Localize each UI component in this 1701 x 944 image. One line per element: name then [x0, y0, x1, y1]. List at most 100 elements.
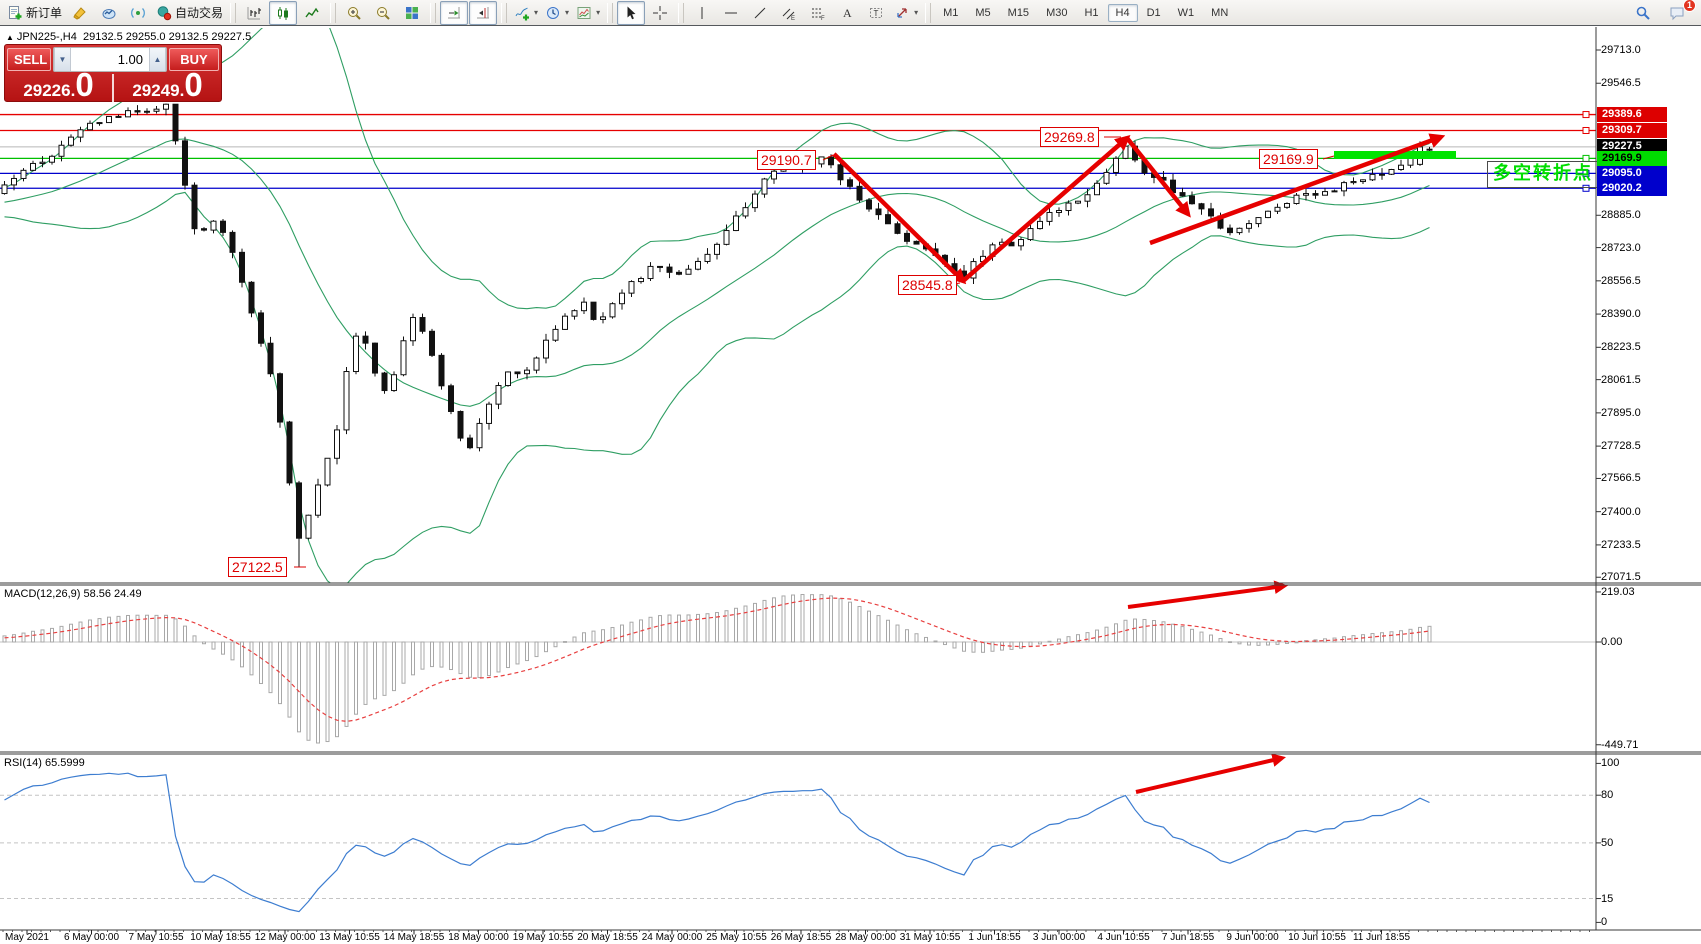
timeframe-mn-button[interactable]: MN	[1203, 4, 1236, 22]
new-order-icon	[7, 5, 23, 21]
label-icon: T	[868, 5, 884, 21]
line-chart-button[interactable]	[298, 1, 326, 25]
time-tick-label: May 2021	[5, 932, 49, 943]
arrows-button[interactable]: ▾	[891, 1, 921, 25]
price-annotation-label[interactable]: 29169.9	[1259, 149, 1318, 169]
chart-shift-button[interactable]	[469, 1, 497, 25]
toolbar-separator	[230, 3, 236, 23]
price-badge: 29095.0	[1597, 166, 1667, 181]
auto-scroll-button[interactable]	[440, 1, 468, 25]
market-watch-button[interactable]	[95, 1, 123, 25]
autotrading-label: 自动交易	[175, 4, 223, 21]
timeframe-h4-button[interactable]: H4	[1108, 4, 1138, 22]
time-tick-label: 18 May 00:00	[448, 932, 509, 943]
macd-panel	[0, 595, 1596, 743]
collapse-panel-icon[interactable]: ▲	[6, 33, 14, 42]
vertical-line-button[interactable]	[688, 1, 716, 25]
rsi-axis-label: 15	[1601, 893, 1613, 905]
chart-window[interactable]: ▲JPN225-,H4 29132.5 29255.0 29132.5 2922…	[0, 27, 1701, 944]
time-tick-label: 1 Jun 18:55	[968, 932, 1020, 943]
time-tick-label: 10 Jun 10:55	[1288, 932, 1346, 943]
new-order-label: 新订单	[26, 4, 62, 21]
crosshair-button[interactable]	[646, 1, 674, 25]
time-tick-label: 13 May 10:55	[319, 932, 380, 943]
indicators-button[interactable]: ▾	[511, 1, 541, 25]
zoom-out-button[interactable]	[369, 1, 397, 25]
buy-price[interactable]: 29249.0	[114, 68, 221, 102]
price-tick-label: 27400.0	[1601, 506, 1641, 518]
eraser-icon	[72, 5, 88, 21]
price-annotation-label[interactable]: 29190.7	[757, 150, 816, 170]
price-tick-label: 28723.0	[1601, 242, 1641, 254]
signals-button[interactable]	[124, 1, 152, 25]
time-tick-label: 10 May 18:55	[190, 932, 251, 943]
rsi-axis-label: 80	[1601, 789, 1613, 801]
price-annotation-label[interactable]: 27122.5	[228, 557, 287, 577]
chart-note-annotation[interactable]: 多空转折点	[1487, 161, 1599, 188]
equidistant-channel-button[interactable]: E	[775, 1, 803, 25]
auto-scroll-icon	[446, 5, 462, 21]
symbol-ohlc: 29132.5 29255.0 29132.5 29227.5	[83, 31, 251, 43]
indicators-icon	[514, 5, 530, 21]
chart-shift-icon	[475, 5, 491, 21]
label-button[interactable]: T	[862, 1, 890, 25]
time-tick-label: 19 May 10:55	[513, 932, 574, 943]
time-tick-label: 9 Jun 00:00	[1226, 932, 1278, 943]
time-tick-label: 28 May 00:00	[835, 932, 896, 943]
eraser-button[interactable]	[66, 1, 94, 25]
horizontal-line-icon	[723, 5, 739, 21]
cursor-button[interactable]	[617, 1, 645, 25]
time-tick-label: 12 May 00:00	[255, 932, 316, 943]
toolbar-right: 1	[1629, 1, 1697, 25]
timeframe-m30-button[interactable]: M30	[1038, 4, 1075, 22]
price-badge: 29020.2	[1597, 181, 1667, 196]
toolbar-separator	[925, 3, 931, 23]
dropdown-caret-icon: ▾	[596, 8, 600, 17]
tile-windows-button[interactable]	[398, 1, 426, 25]
horizontal-line-button[interactable]	[717, 1, 745, 25]
price-badge: 29169.9	[1597, 151, 1667, 166]
trendline-icon	[752, 5, 768, 21]
time-tick-label: 7 May 10:55	[128, 932, 183, 943]
signals-icon	[130, 5, 146, 21]
timeframe-d1-button[interactable]: D1	[1139, 4, 1169, 22]
trendline-button[interactable]	[746, 1, 774, 25]
one-click-trading-panel: SELL ▼ ▲ BUY 29226.0 29249.0	[4, 44, 222, 102]
templates-icon	[576, 5, 592, 21]
timeframe-m1-button[interactable]: M1	[935, 4, 966, 22]
fibonacci-button[interactable]: F	[804, 1, 832, 25]
timeframe-h1-button[interactable]: H1	[1076, 4, 1106, 22]
time-tick-label: 25 May 10:55	[706, 932, 767, 943]
vertical-line-icon	[694, 5, 710, 21]
svg-text:T: T	[874, 9, 879, 18]
cursor-icon	[623, 5, 639, 21]
trend-arrows[interactable]	[294, 137, 1441, 792]
search-button[interactable]	[1629, 1, 1657, 25]
timeframe-m5-button[interactable]: M5	[967, 4, 998, 22]
time-tick-label: 11 Jun 18:55	[1353, 932, 1410, 943]
chart-canvas[interactable]	[0, 0, 1701, 944]
templates-button[interactable]: ▾	[573, 1, 603, 25]
price-tick-label: 28556.5	[1601, 275, 1641, 287]
periods-button[interactable]: ▾	[542, 1, 572, 25]
chat-button[interactable]: 1	[1663, 1, 1691, 25]
search-icon	[1635, 5, 1651, 21]
toolbar-separator	[678, 3, 684, 23]
bar-chart-button[interactable]	[240, 1, 268, 25]
svg-text:F: F	[821, 16, 825, 21]
time-tick-label: 3 Jun 00:00	[1033, 932, 1085, 943]
zoom-in-button[interactable]	[340, 1, 368, 25]
toolbar-buttons: 新订单自动交易▾▾▾EFAT▾M1M5M15M30H1H4D1W1MN	[4, 1, 1236, 25]
new-order-button[interactable]: 新订单	[4, 1, 65, 25]
notification-badge: 1	[1683, 0, 1696, 12]
price-annotation-label[interactable]: 28545.8	[898, 275, 957, 295]
candlestick-button[interactable]	[269, 1, 297, 25]
price-annotation-label[interactable]: 29269.8	[1040, 127, 1099, 147]
timeframe-m15-button[interactable]: M15	[1000, 4, 1037, 22]
price-tick-label: 29546.5	[1601, 77, 1641, 89]
rsi-indicator-label: RSI(14) 65.5999	[4, 757, 85, 769]
autotrading-button[interactable]: 自动交易	[153, 1, 226, 25]
timeframe-w1-button[interactable]: W1	[1170, 4, 1203, 22]
sell-price[interactable]: 29226.0	[5, 68, 112, 102]
text-button[interactable]: A	[833, 1, 861, 25]
